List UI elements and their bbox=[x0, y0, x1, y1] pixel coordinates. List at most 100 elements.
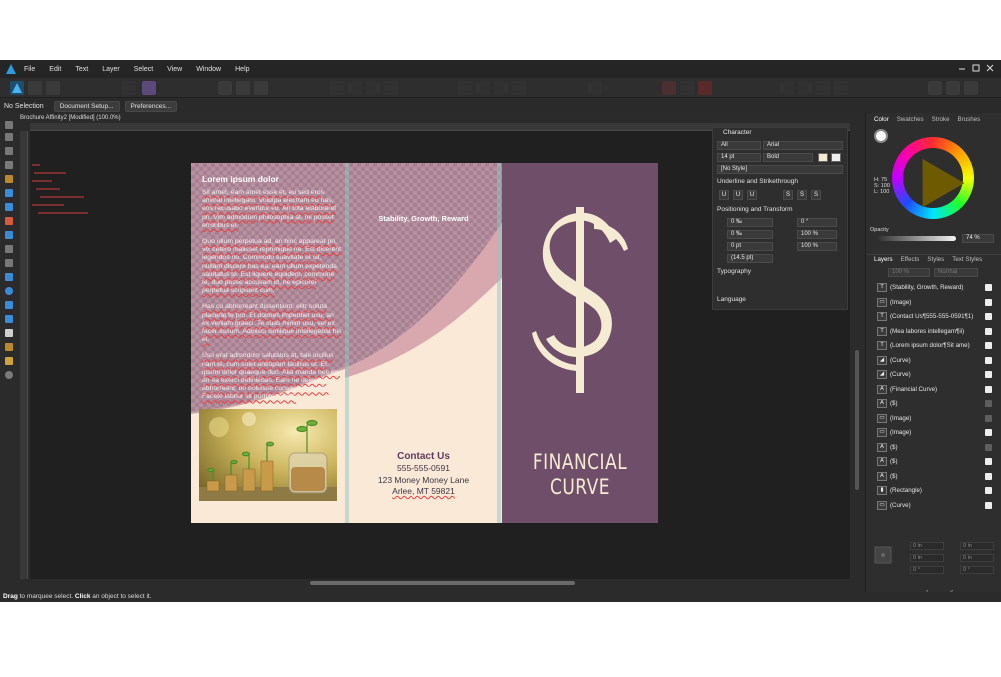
font-weight-select[interactable]: Bold bbox=[763, 153, 813, 162]
arrange-back-icon[interactable] bbox=[330, 81, 344, 95]
text-background-swatch[interactable] bbox=[831, 153, 841, 162]
rotate-left-icon[interactable] bbox=[494, 81, 508, 95]
close-icon[interactable] bbox=[986, 64, 994, 72]
layer-visibility-checkbox[interactable] bbox=[985, 327, 992, 335]
arrange-forward-icon[interactable] bbox=[348, 81, 362, 95]
menu-view[interactable]: View bbox=[167, 66, 182, 73]
pencil-tool-icon[interactable] bbox=[5, 175, 13, 183]
rectangle-tool-icon[interactable] bbox=[5, 273, 13, 281]
frame-text-tool-icon[interactable] bbox=[5, 329, 13, 337]
layer-visibility-checkbox[interactable] bbox=[985, 298, 992, 306]
horizontal-scale-field[interactable]: 100 % bbox=[797, 242, 837, 251]
boolean-add-icon[interactable] bbox=[780, 81, 794, 95]
language-section-header[interactable]: Language bbox=[717, 296, 746, 303]
layer-visibility-checkbox[interactable] bbox=[985, 284, 992, 291]
contact-block[interactable]: Contact Us 555-555-0591 123 Money Money … bbox=[345, 450, 502, 498]
typography-section-header[interactable]: Typography bbox=[717, 268, 751, 275]
fill-tool-icon[interactable] bbox=[5, 203, 13, 211]
align-left-icon[interactable] bbox=[218, 81, 232, 95]
scope-select[interactable]: All bbox=[717, 141, 761, 150]
boolean-subtract-icon[interactable] bbox=[798, 81, 812, 95]
layer-row[interactable]: T (Stability, Growth, Reward) bbox=[876, 281, 992, 295]
double-strikethrough-button[interactable]: S bbox=[797, 190, 807, 200]
align-right-icon[interactable] bbox=[254, 81, 268, 95]
move-tool-icon[interactable] bbox=[5, 121, 13, 129]
layer-visibility-checkbox[interactable] bbox=[985, 472, 992, 480]
baseline-field[interactable]: 0 ‰ bbox=[727, 230, 773, 239]
coins-plant-image[interactable] bbox=[199, 409, 337, 501]
transform-shear-field[interactable]: 0 ° bbox=[960, 566, 994, 574]
view-hand-icon[interactable] bbox=[5, 357, 13, 365]
triangle-tool-icon[interactable] bbox=[5, 315, 13, 323]
layer-row[interactable]: T (Mea labores intellegam¶ii) bbox=[876, 325, 992, 339]
font-size-field[interactable]: 14 pt bbox=[717, 153, 761, 162]
preflight-icon[interactable] bbox=[122, 81, 136, 95]
layer-opacity-field[interactable]: 100 % bbox=[888, 268, 930, 277]
font-select[interactable]: Arial bbox=[763, 141, 843, 150]
tab-layers[interactable]: Layers bbox=[874, 256, 893, 263]
tab-swatches[interactable]: Swatches bbox=[897, 116, 924, 123]
underline-button[interactable]: U bbox=[719, 190, 729, 200]
assets-icon[interactable] bbox=[142, 81, 156, 95]
rotate-right-icon[interactable] bbox=[512, 81, 526, 95]
left-panel-body[interactable]: Sit amet, eam amet esse et, eu sed eros … bbox=[202, 189, 342, 410]
grid-icon[interactable] bbox=[662, 81, 676, 95]
boolean-xor-icon[interactable] bbox=[834, 81, 848, 95]
layer-visibility-checkbox[interactable] bbox=[985, 371, 992, 378]
double-underline-button[interactable]: U bbox=[733, 190, 743, 200]
layer-row[interactable]: A ($) bbox=[876, 441, 992, 455]
vertical-scale-field[interactable]: 100 % bbox=[797, 230, 837, 239]
document-setup-button[interactable]: Document Setup... bbox=[53, 100, 120, 112]
character-panel-title[interactable]: Character bbox=[723, 129, 752, 136]
brochure-panel-left[interactable]: Lorem ipsum dolor Sit amet, eam amet ess… bbox=[191, 163, 345, 523]
leading-field[interactable]: (14.5 pt) bbox=[727, 254, 773, 263]
transform-y-field[interactable]: 0 in bbox=[910, 554, 944, 562]
blend-mode-select[interactable]: Normal bbox=[934, 268, 978, 277]
layer-row[interactable]: ▭ (Image) bbox=[876, 412, 992, 426]
assistant-icon[interactable] bbox=[928, 81, 942, 95]
designer-persona-icon[interactable] bbox=[28, 81, 42, 95]
menu-select[interactable]: Select bbox=[134, 66, 153, 73]
horizontal-scrollbar[interactable] bbox=[310, 581, 575, 585]
menu-layer[interactable]: Layer bbox=[102, 66, 120, 73]
layer-row[interactable]: ◢ (Curve) bbox=[876, 368, 992, 382]
artboard-tool-icon[interactable] bbox=[5, 133, 13, 141]
arrange-front-icon[interactable] bbox=[366, 81, 380, 95]
layer-row[interactable]: A ($) bbox=[876, 470, 992, 484]
layer-row[interactable]: ▮ (Rectangle) bbox=[876, 484, 992, 498]
insert-text-icon[interactable] bbox=[588, 81, 602, 95]
transform-x-field[interactable]: 0 in bbox=[910, 542, 944, 550]
vertical-scrollbar[interactable] bbox=[855, 350, 859, 490]
layer-visibility-checkbox[interactable] bbox=[985, 458, 992, 465]
ellipse-tool-icon[interactable] bbox=[5, 287, 13, 295]
layer-visibility-checkbox[interactable] bbox=[985, 501, 992, 509]
menu-help[interactable]: Help bbox=[235, 66, 249, 73]
menu-file[interactable]: File bbox=[24, 66, 35, 73]
flip-h-icon[interactable] bbox=[458, 81, 472, 95]
place-image-icon[interactable] bbox=[5, 245, 13, 253]
transparency-tool-icon[interactable] bbox=[5, 231, 13, 239]
transform-rotation-field[interactable]: 0 ° bbox=[910, 566, 944, 574]
underline-section-header[interactable]: Underline and Strikethrough bbox=[717, 178, 798, 185]
dollar-logo-icon[interactable] bbox=[532, 203, 628, 393]
layer-visibility-checkbox[interactable] bbox=[985, 414, 992, 422]
color-wheel[interactable] bbox=[892, 137, 974, 219]
brochure-panel-right[interactable]: FINANCIAL CURVE bbox=[502, 163, 658, 523]
positioning-section-header[interactable]: Positioning and Transform bbox=[717, 206, 793, 213]
publisher-persona-icon[interactable] bbox=[10, 81, 24, 95]
layer-visibility-checkbox[interactable] bbox=[985, 313, 992, 320]
layer-row[interactable]: T (Contact Us¶555-555-0591¶1) bbox=[876, 310, 992, 324]
pen-tool-icon[interactable] bbox=[5, 161, 13, 169]
transform-h-field[interactable]: 0 in bbox=[960, 554, 994, 562]
layer-visibility-checkbox[interactable] bbox=[985, 487, 992, 494]
snapping-icon[interactable] bbox=[698, 81, 712, 95]
photo-persona-icon[interactable] bbox=[46, 81, 60, 95]
minimize-icon[interactable] bbox=[958, 64, 966, 72]
layer-visibility-checkbox[interactable] bbox=[985, 400, 992, 407]
zoom-picker-icon[interactable] bbox=[5, 343, 13, 351]
layer-visibility-checkbox[interactable] bbox=[985, 356, 992, 364]
layer-visibility-checkbox[interactable] bbox=[985, 429, 992, 436]
maximize-icon[interactable] bbox=[972, 64, 980, 72]
layer-visibility-checkbox[interactable] bbox=[985, 342, 992, 349]
opacity-field[interactable]: 74 % bbox=[962, 234, 994, 243]
